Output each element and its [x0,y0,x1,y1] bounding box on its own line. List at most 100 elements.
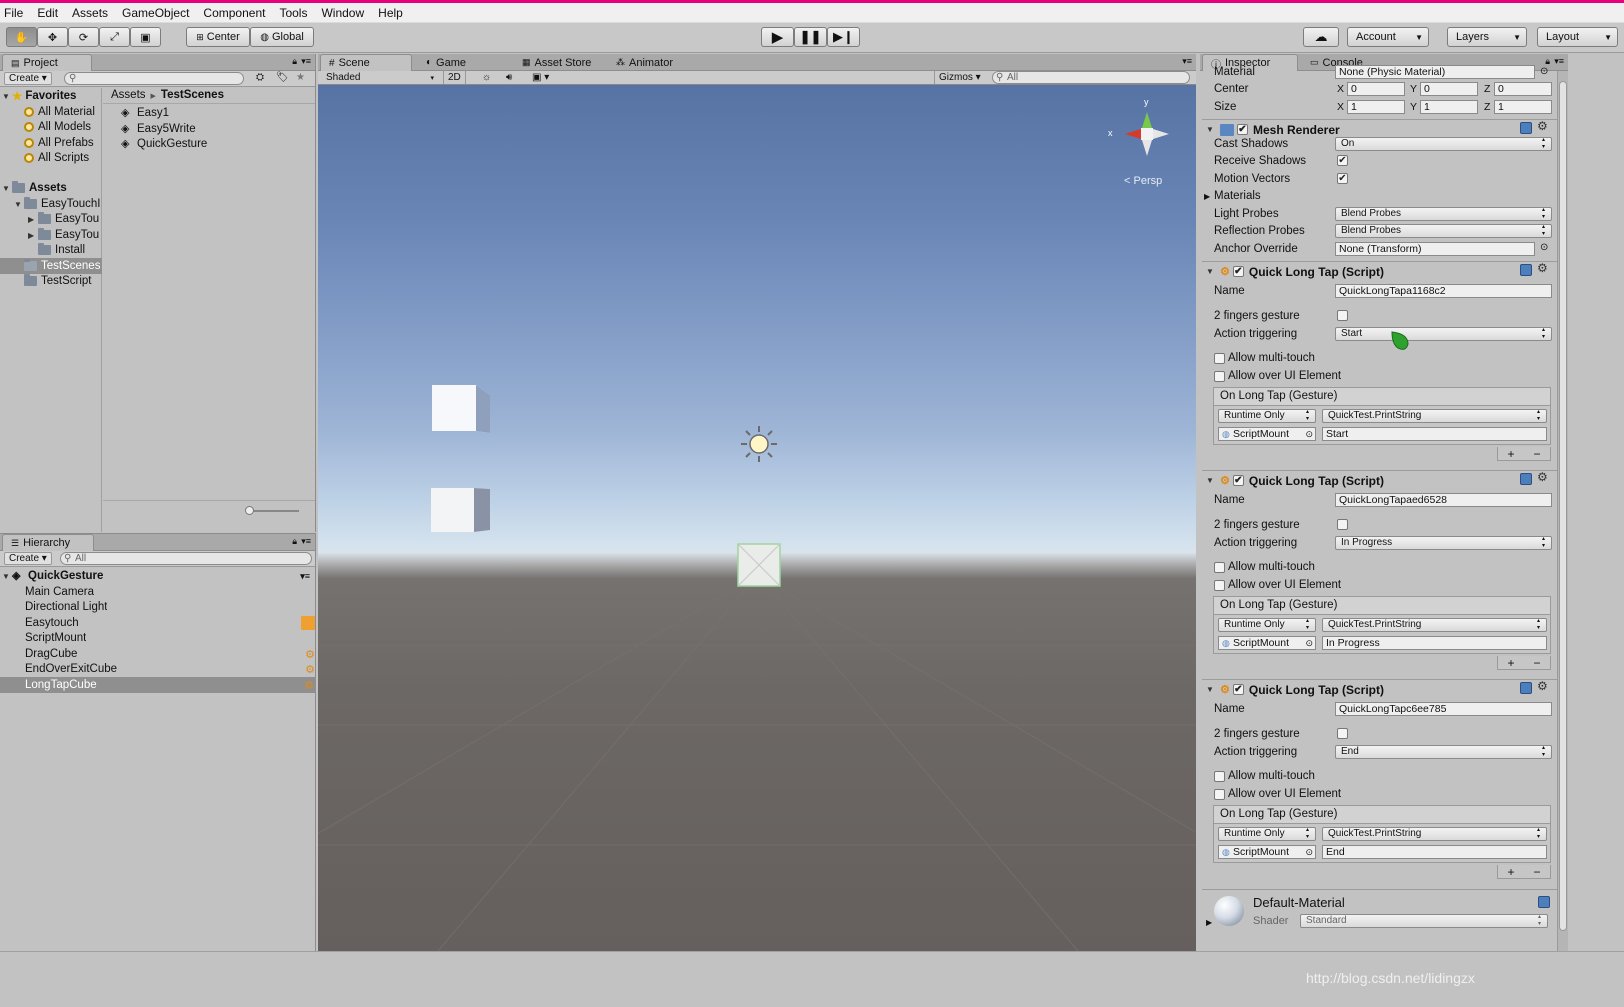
gear-icon[interactable]: ⚙ [1537,470,1548,484]
hierarchy-item-selected[interactable]: LongTapCube ⚙ [0,677,316,693]
filter-label-icon[interactable]: 🏷︎ [276,72,289,83]
scene-root[interactable]: ▼ ◈ QuickGesture ▾≡ [2,568,314,584]
menu-window[interactable]: Window [321,6,364,20]
help-icon[interactable] [1520,122,1532,134]
cast-shadows-dropdown[interactable]: On [1335,137,1552,151]
tab-scene[interactable]: # Scene [320,54,412,71]
hierarchy-item[interactable]: Easytouch [25,615,315,631]
scene-file-item[interactable]: ◈ Easy1 [121,105,169,121]
size-y-field[interactable]: 1 [1420,100,1478,114]
directional-light-gizmo[interactable] [741,426,777,462]
menu-tools[interactable]: Tools [279,6,307,20]
favorite-item[interactable]: All Models [24,119,91,135]
folder-item[interactable]: ▶ EasyTou [28,211,102,227]
tab-game[interactable]: ◐ Game [418,54,474,71]
over-ui-checkbox[interactable] [1214,580,1225,591]
remove-listener-button[interactable]: − [1533,865,1540,879]
foldout-arrow-icon[interactable]: ▼ [1206,685,1216,694]
light-probes-dropdown[interactable]: Blend Probes [1335,207,1552,221]
scene-menu-icon[interactable]: ▾≡ [300,571,310,582]
cube-object[interactable] [431,488,490,532]
favorite-item[interactable]: All Scripts [24,150,89,166]
two-fingers-checkbox[interactable] [1337,519,1348,530]
longtap-cube-object[interactable] [737,543,781,587]
quick-long-tap-header[interactable]: ▼ ⚙ ✔ Quick Long Tap (Script) [1202,470,1557,490]
receive-shadows-checkbox[interactable]: ✔ [1337,155,1348,166]
tab-project[interactable]: ▤ Project [2,54,92,71]
two-fingers-checkbox[interactable] [1337,728,1348,739]
event-function-dropdown[interactable]: QuickTest.PrintString [1322,827,1547,841]
action-triggering-dropdown[interactable]: End [1335,745,1552,759]
hierarchy-item[interactable]: EndOverExitCube ⚙ [25,661,315,677]
motion-vectors-checkbox[interactable]: ✔ [1337,173,1348,184]
scene-search-input[interactable]: ⚲ All [992,71,1190,84]
remove-listener-button[interactable]: − [1533,656,1540,670]
folder-item[interactable]: ▶ EasyTou [28,227,102,243]
layout-dropdown[interactable]: Layout ▼ [1537,27,1618,47]
folder-item[interactable]: Install [38,242,85,258]
center-z-field[interactable]: 0 [1494,82,1552,96]
cloud-button[interactable]: ☁ [1303,27,1339,47]
tab-animator[interactable]: ⁂ Animator [608,54,681,71]
quick-long-tap-header[interactable]: ▼ ⚙ ✔ Quick Long Tap (Script) [1202,679,1557,699]
panel-menu-icon[interactable]: ▾≡ [1554,56,1564,67]
project-search-input[interactable]: ⚲ [64,72,244,85]
quick-long-tap-header[interactable]: ▼ ⚙ ✔ Quick Long Tap (Script) [1202,261,1557,281]
hand-tool-button[interactable]: ✋ [6,27,37,47]
orientation-gizmo[interactable] [1125,112,1169,156]
center-y-field[interactable]: 0 [1420,82,1478,96]
multi-touch-checkbox[interactable] [1214,353,1225,364]
gesture-name-field[interactable]: QuickLongTapc6ee785 [1335,702,1552,716]
scene-file-item[interactable]: ◈ Easy5Write [121,121,196,137]
hierarchy-item[interactable]: DragCube ⚙ [25,646,315,662]
add-listener-button[interactable]: + [1507,447,1514,461]
favorite-item[interactable]: All Material [24,104,95,120]
help-icon[interactable] [1538,896,1550,908]
foldout-arrow-icon[interactable]: ▼ [1206,125,1216,134]
hierarchy-item[interactable]: Directional Light [25,599,107,615]
lock-icon[interactable]: 🔒︎ [292,536,297,547]
filter-type-icon[interactable]: ⛭ [256,72,264,83]
panel-menu-icon[interactable]: ▾≡ [301,56,311,67]
panel-menu-icon[interactable]: ▾≡ [1182,56,1192,67]
global-space-button[interactable]: ◍ Global [250,27,314,47]
cube-object[interactable] [432,385,490,433]
event-argument-field[interactable]: In Progress [1322,636,1547,650]
gear-icon[interactable]: ⚙ [1537,679,1548,693]
scale-tool-button[interactable]: ⤢ [99,27,130,47]
multi-touch-checkbox[interactable] [1214,771,1225,782]
reflection-probes-dropdown[interactable]: Blend Probes [1335,224,1552,238]
help-icon[interactable] [1520,473,1532,485]
gear-icon[interactable]: ⚙ [1537,119,1548,133]
move-tool-button[interactable]: ✥ [37,27,68,47]
over-ui-checkbox[interactable] [1214,371,1225,382]
favorite-star-icon[interactable]: ★ [296,72,305,83]
multi-touch-checkbox[interactable] [1214,562,1225,573]
folder-item[interactable]: ▼ EasyTouchI [14,196,102,212]
favorites-header[interactable]: ▼ ★ Favorites [2,88,76,104]
add-listener-button[interactable]: + [1507,865,1514,879]
scene-lighting-toggle[interactable]: ☼ [478,71,495,84]
rect-tool-button[interactable]: ▣ [130,27,161,47]
hierarchy-item[interactable]: Main Camera [25,584,94,600]
assets-header[interactable]: ▼ Assets [2,180,67,196]
size-x-field[interactable]: 1 [1347,100,1405,114]
runtime-mode-dropdown[interactable]: Runtime Only [1218,827,1316,841]
event-target-object-field[interactable]: ◍ ScriptMount ⊙ [1218,636,1316,650]
object-picker-icon[interactable]: ⊙ [1540,66,1548,77]
event-target-object-field[interactable]: ◍ ScriptMount ⊙ [1218,845,1316,859]
foldout-arrow-icon[interactable]: ▶ [1204,192,1210,201]
persp-label[interactable]: < Persp [1124,175,1162,187]
event-argument-field[interactable]: End [1322,845,1547,859]
hierarchy-create-button[interactable]: Create ▾ [4,552,52,565]
folder-item[interactable]: TestScript [24,273,92,289]
tab-asset-store[interactable]: ▦ Asset Store [514,54,599,71]
scene-effects-dropdown[interactable]: ▣ ▾ [528,71,553,84]
physic-material-field[interactable]: None (Physic Material) [1335,65,1535,79]
gesture-name-field[interactable]: QuickLongTapa1168c2 [1335,284,1552,298]
shader-dropdown[interactable]: Standard [1300,914,1548,928]
action-triggering-dropdown[interactable]: In Progress [1335,536,1552,550]
menu-help[interactable]: Help [378,6,403,20]
gear-icon[interactable]: ⚙ [1537,261,1548,275]
folder-item-selected[interactable]: TestScenes [0,258,102,274]
